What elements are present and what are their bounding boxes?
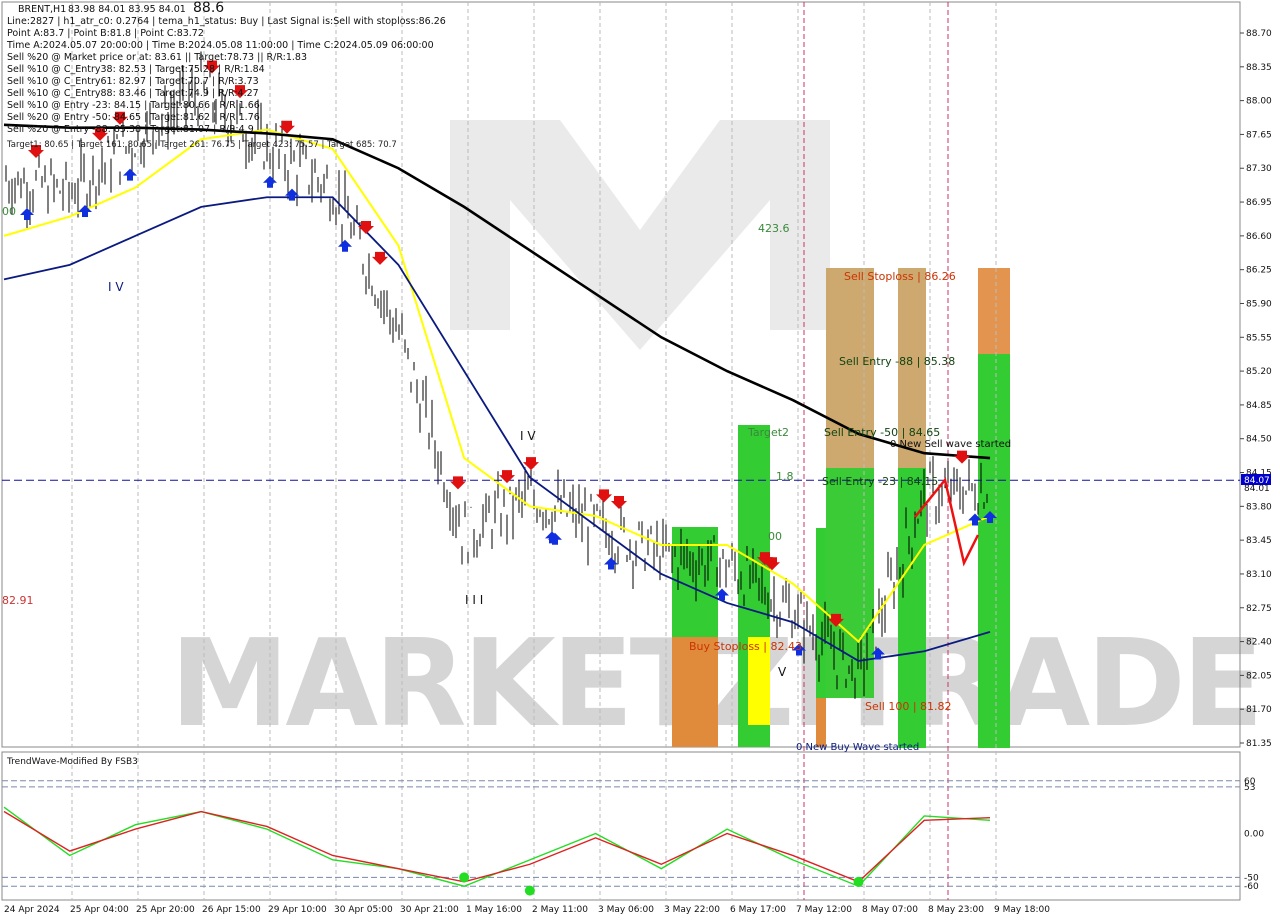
info-line: Sell %20 @ Entry -50: 84.65 | Target:81.… [7,112,260,123]
time-tick-label: 3 May 22:00 [664,905,720,915]
price-tick-label: 87.65 [1246,130,1272,140]
time-tick-label: 6 May 17:00 [730,905,786,915]
sell-stoploss-label: Sell Stoploss | 86.26 [844,270,956,283]
time-tick-label: 7 May 12:00 [796,905,852,915]
price-tick-label: 81.70 [1246,705,1272,715]
price-tick-label: 86.95 [1246,198,1272,208]
info-line: Sell %10 @ C_Entry61: 82.97 | Target:70.… [7,76,259,87]
fib-00-label: 00 [768,530,782,543]
time-tick-label: 24 Apr 2024 [4,905,60,915]
info-line: Point A:83.7 | Point B:81.8 | Point C:83… [7,28,204,39]
price-tick-label: 86.25 [1246,266,1272,276]
indicator-marker [524,885,535,896]
level-4236-label: 423.6 [758,222,790,235]
time-tick-label: 25 Apr 04:00 [70,905,129,915]
time-tick-label: 8 May 07:00 [862,905,918,915]
top-price-label: 88.6 [193,0,224,16]
info-line: Sell %20 @ Entry -88: 85.38 | Target:81.… [7,124,254,135]
indicator-tick-label: 0.00 [1244,830,1264,840]
left-price-label: 82.91 [2,594,34,607]
time-tick-label: 9 May 18:00 [994,905,1050,915]
price-tick-label: 81.35 [1246,739,1272,749]
price-tick-label: 83.80 [1246,502,1272,512]
sell-target-zone [978,354,1010,748]
chart-window: MARKETZITRADE 88.6 423.6 00 82.91 Sell S… [0,0,1280,920]
indicator-marker [853,876,864,887]
indicator-tick-label: 53 [1244,783,1255,793]
info-line: Sell %10 @ Entry -23: 84.15 | Target:80.… [7,100,260,111]
time-tick-label: 26 Apr 15:00 [202,905,261,915]
buy-stoploss-label: Buy Stoploss | 82.43 [689,640,802,653]
sell-entry-50-label: Sell Entry -50 | 84.65 [824,426,940,439]
info-line: Time A:2024.05.07 20:00:00 | Time B:2024… [6,40,434,51]
ohlc-label: 83.98 84.01 83.95 84.01 [68,4,186,15]
price-tick-label: 82.40 [1246,638,1272,648]
price-tick-label: 83.10 [1246,570,1272,580]
price-tick-label: 84.50 [1246,435,1272,445]
sell-entry-23-label: Sell Entry -23 | 84.15 [822,475,938,488]
target2-label: Target2 [747,426,789,439]
time-tick-label: 8 May 23:00 [928,905,984,915]
wave-label-b: I I I [465,593,483,607]
price-tick-label: 82.05 [1246,671,1272,681]
time-tick-label: 29 Apr 10:00 [268,905,327,915]
price-tick-label: 85.20 [1246,367,1272,377]
info-line: Line:2827 | h1_atr_c0: 0.2764 | tema_h1_… [7,16,446,27]
target-line-label: Target1: 80.65 | Target 161: 80.65 | Tar… [6,140,397,150]
indicator-tick-label: -60 [1244,882,1259,892]
zone-strip-orange [816,698,826,747]
indicator-marker [459,872,470,883]
indicator-title: TrendWave-Modified By FSB3 [6,757,138,767]
time-tick-label: 30 Apr 21:00 [400,905,459,915]
new-buy-wave-label: 0 New Buy Wave started [796,742,919,753]
buy-stoploss-zone [672,637,718,747]
price-tick-label: 85.55 [1246,333,1272,343]
time-tick-label: 2 May 11:00 [532,905,588,915]
sell-stoploss-zone [978,268,1010,354]
time-tick-label: 30 Apr 05:00 [334,905,393,915]
wave-label-c: V [778,665,787,679]
info-line: Sell %10 @ C_Entry38: 82.53 | Target:75.… [7,64,265,75]
price-tick-label: 88.00 [1246,97,1272,107]
wave-label-a: I V [108,280,124,294]
price-tag-second-text: 84.01 [1244,484,1270,494]
price-tick-label: 88.70 [1246,29,1272,39]
price-tick-label: 85.90 [1246,299,1272,309]
chart-canvas[interactable]: MARKETZITRADE 88.6 423.6 00 82.91 Sell S… [0,0,1280,920]
price-tick-label: 83.45 [1246,536,1272,546]
symbol-label: BRENT,H1 [18,4,66,15]
price-tick-label: 87.30 [1246,164,1272,174]
time-tick-label: 25 Apr 20:00 [136,905,195,915]
sell-entry-88-label: Sell Entry -88 | 85.38 [839,355,955,368]
price-tick-label: 84.85 [1246,401,1272,411]
price-tick-label: 82.75 [1246,604,1272,614]
time-tick-label: 3 May 06:00 [598,905,654,915]
new-sell-wave-label: 0 New Sell wave started [890,439,1011,450]
info-line: Sell %10 @ C_Entry88: 83.46 | Target:74.… [7,88,259,99]
time-tick-label: 1 May 16:00 [466,905,522,915]
price-tick-label: 86.60 [1246,232,1272,242]
fib-18-label: 1.8 [776,470,794,483]
sell-target-label: Sell 100 | 81.82 [865,700,952,713]
price-tick-label: 88.35 [1246,63,1272,73]
info-line: Sell %20 @ Market price or at: 83.61 || … [7,52,307,63]
left-value-label: 00 [2,205,16,218]
wave-label-d: I V [520,429,536,443]
